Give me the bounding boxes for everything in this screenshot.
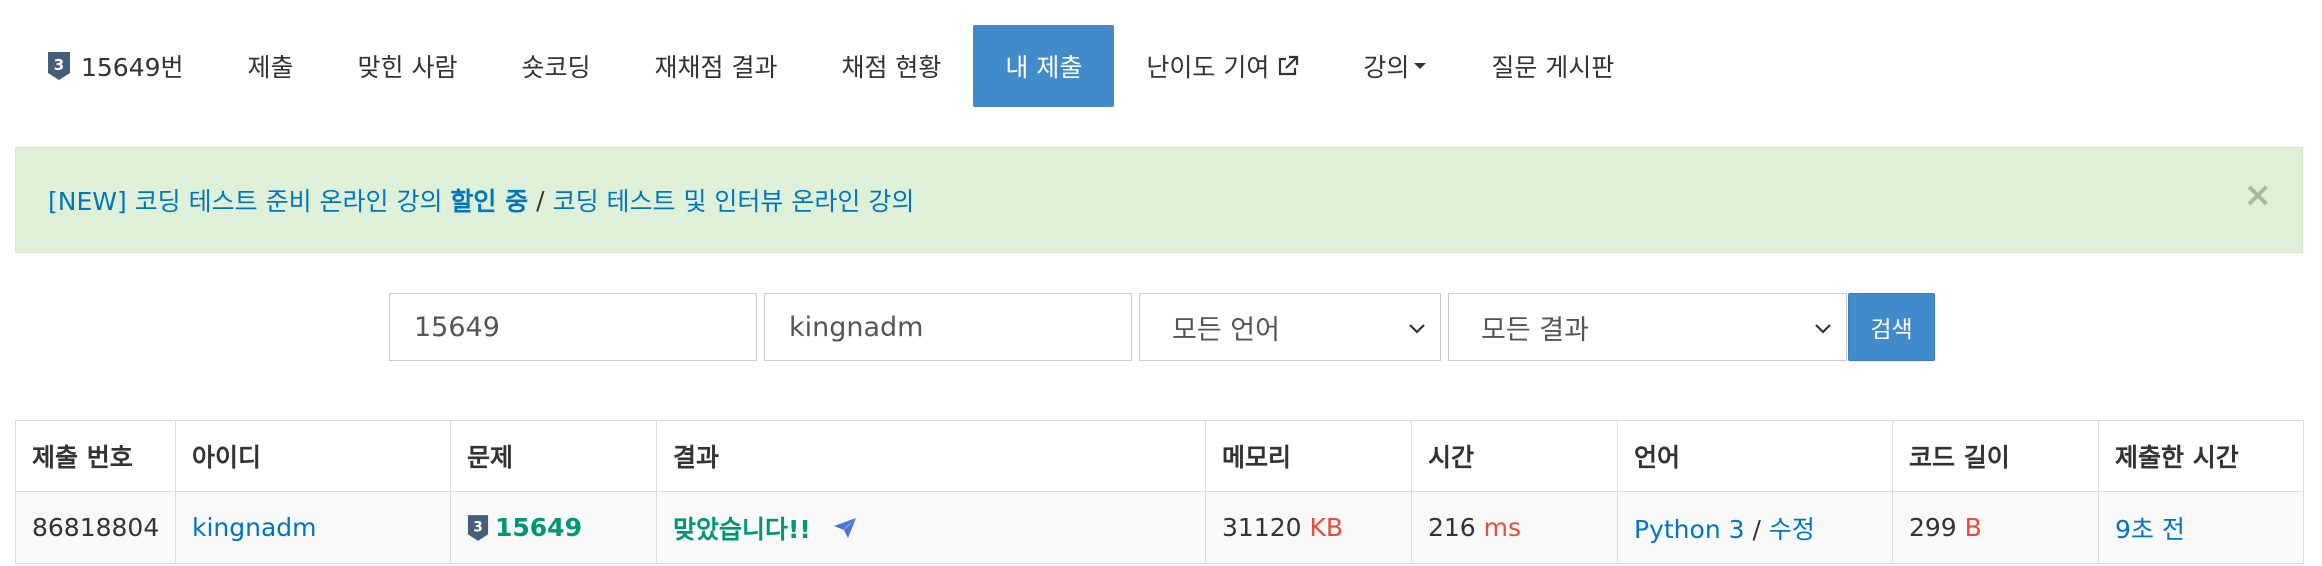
- problem-id-input[interactable]: 15649: [389, 293, 757, 361]
- language-link[interactable]: Python 3: [1634, 515, 1745, 544]
- table-row: 86818804 kingnadm 3 15649 맞았습니다!! 31120 …: [15, 491, 2304, 564]
- nav-lectures-label: 강의: [1363, 53, 1410, 82]
- column-header: 시간: [1411, 420, 1618, 492]
- nav-solved-users[interactable]: 맞힌 사람: [326, 25, 490, 107]
- submission-status-table: 제출 번호 아이디 문제 결과 메모리 시간 언어 코드 길이 제출한 시간 8…: [15, 420, 2304, 564]
- problem-nav: 3 15649번 제출 맞힌 사람 숏코딩 재채점 결과 채점 현황 내 제출 …: [15, 25, 1646, 107]
- problem-id-label: 15649번: [81, 53, 184, 82]
- nav-judge-status[interactable]: 채점 현황: [809, 25, 973, 107]
- nav-short-coding[interactable]: 숏코딩: [490, 25, 623, 107]
- nav-lectures[interactable]: 강의: [1331, 25, 1459, 107]
- user-id-input[interactable]: kingnadm: [764, 293, 1132, 361]
- paper-plane-icon[interactable]: [833, 516, 857, 545]
- code-length-value: 299: [1909, 513, 1957, 542]
- search-button[interactable]: 검색: [1848, 293, 1935, 361]
- nav-difficulty-label: 난이도 기여: [1146, 53, 1270, 82]
- alert-highlight: 할인 중: [450, 187, 529, 216]
- tier-badge-number: 3: [54, 56, 64, 74]
- nav-difficulty-contribution[interactable]: 난이도 기여: [1114, 25, 1331, 107]
- time-unit: ms: [1483, 513, 1522, 542]
- result-select[interactable]: 모든 결과: [1448, 293, 1847, 361]
- result-accepted: 맞았습니다!!: [673, 514, 811, 544]
- code-length-unit: B: [1964, 513, 1982, 542]
- column-header: 결과: [656, 420, 1206, 492]
- problem-link[interactable]: 3 15649: [467, 513, 640, 542]
- alert-course-text: [NEW] 코딩 테스트 준비 온라인 강의: [48, 187, 443, 216]
- column-header: 제출 번호: [15, 420, 176, 492]
- nav-problem-id[interactable]: 3 15649번: [15, 25, 216, 107]
- column-header: 코드 길이: [1892, 420, 2099, 492]
- caret-down-icon: [1413, 61, 1427, 71]
- edit-link[interactable]: 수정: [1769, 515, 1815, 544]
- table-header-row: 제출 번호 아이디 문제 결과 메모리 시간 언어 코드 길이 제출한 시간: [15, 420, 2304, 492]
- column-header: 문제: [450, 420, 657, 492]
- language-select[interactable]: 모든 언어: [1139, 293, 1441, 361]
- language-separator: /: [1752, 514, 1761, 544]
- column-header: 아이디: [175, 420, 451, 492]
- tier-badge-number: 3: [473, 519, 483, 535]
- nav-submit[interactable]: 제출: [216, 25, 326, 107]
- nav-question-board[interactable]: 질문 게시판: [1459, 25, 1646, 107]
- memory-value: 31120: [1222, 513, 1302, 542]
- column-header: 언어: [1617, 420, 1893, 492]
- time-value: 216: [1428, 513, 1476, 542]
- column-header: 메모리: [1205, 420, 1412, 492]
- problem-number: 15649: [495, 513, 582, 542]
- announcement-alert: [NEW] 코딩 테스트 준비 온라인 강의 할인 중 / 코딩 테스트 및 인…: [15, 147, 2303, 253]
- close-icon[interactable]: ×: [2244, 178, 2273, 212]
- nav-my-submissions[interactable]: 내 제출: [973, 25, 1115, 107]
- nav-rejudge-results[interactable]: 재채점 결과: [623, 25, 810, 107]
- result-select-value: 모든 결과: [1481, 314, 1589, 346]
- tier-badge-icon: 3: [47, 51, 71, 81]
- memory-unit: KB: [1309, 513, 1344, 542]
- language-select-value: 모든 언어: [1172, 314, 1280, 346]
- chevron-down-icon: [1406, 316, 1428, 347]
- alert-link-course[interactable]: [NEW] 코딩 테스트 준비 온라인 강의 할인 중: [48, 182, 528, 218]
- alert-link-interview[interactable]: 코딩 테스트 및 인터뷰 온라인 강의: [553, 182, 915, 218]
- column-header: 제출한 시간: [2098, 420, 2304, 492]
- chevron-down-icon: [1812, 316, 1834, 347]
- user-link[interactable]: kingnadm: [192, 513, 317, 542]
- tier-badge-icon: 3: [467, 514, 489, 542]
- submission-id: 86818804: [15, 491, 176, 564]
- alert-separator: /: [536, 185, 545, 215]
- submitted-time-link[interactable]: 9초 전: [2115, 515, 2185, 544]
- external-link-icon: [1277, 55, 1299, 77]
